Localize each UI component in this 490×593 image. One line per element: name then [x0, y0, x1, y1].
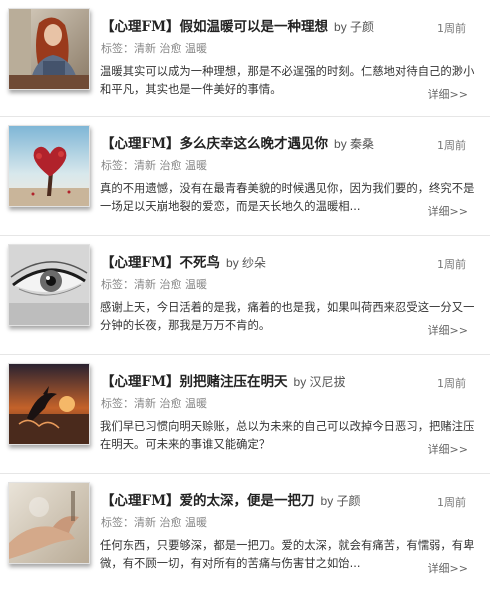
eye-image	[9, 245, 89, 325]
tag-link[interactable]: 治愈	[160, 42, 182, 55]
article-time: 1周前	[437, 377, 466, 390]
article-item: 【心理FM】多么庆幸这么晚才遇见你 by 秦桑 1周前 标签：清新 治愈 温暖 真…	[0, 117, 490, 236]
article-title-link[interactable]: 【心理FM】不死鸟	[101, 255, 220, 271]
article-tags: 标签：清新 治愈 温暖	[101, 276, 207, 292]
tag-link[interactable]: 温暖	[185, 159, 207, 172]
tag-link[interactable]: 温暖	[185, 278, 207, 291]
article-time: 1周前	[437, 22, 466, 35]
tag-link[interactable]: 清新	[134, 516, 156, 529]
article-tags: 标签：清新 治愈 温暖	[101, 514, 207, 530]
article-thumbnail[interactable]	[8, 8, 90, 90]
tag-link[interactable]: 治愈	[160, 159, 182, 172]
tag-link[interactable]: 清新	[134, 397, 156, 410]
tag-link[interactable]: 清新	[134, 278, 156, 291]
tags-label: 标签：	[101, 42, 134, 55]
article-item: 【心理FM】假如温暖可以是一种理想 by 子颜 1周前 标签：清新 治愈 温暖 温…	[0, 0, 490, 117]
article-author[interactable]: by 秦桑	[334, 137, 374, 151]
tags-label: 标签：	[101, 159, 134, 172]
article-title-row: 【心理FM】爱的太深，便是一把刀 by 子颜	[101, 489, 421, 509]
article-tags: 标签：清新 治愈 温暖	[101, 157, 207, 173]
tags-label: 标签：	[101, 397, 134, 410]
article-item: 【心理FM】不死鸟 by 纱朵 1周前 标签：清新 治愈 温暖 感谢上天，今日活着…	[0, 236, 490, 355]
article-author[interactable]: by 子颜	[334, 20, 374, 34]
tag-link[interactable]: 温暖	[185, 42, 207, 55]
article-thumbnail[interactable]	[8, 482, 90, 564]
heart-tree-image	[9, 126, 89, 206]
tag-link[interactable]: 温暖	[185, 516, 207, 529]
article-list: 【心理FM】假如温暖可以是一种理想 by 子颜 1周前 标签：清新 治愈 温暖 温…	[0, 0, 490, 593]
article-time: 1周前	[437, 496, 466, 509]
article-title-row: 【心理FM】假如温暖可以是一种理想 by 子颜	[101, 15, 421, 35]
article-tags: 标签：清新 治愈 温暖	[101, 40, 207, 56]
tag-link[interactable]: 治愈	[160, 278, 182, 291]
tag-link[interactable]: 治愈	[160, 516, 182, 529]
tags-label: 标签：	[101, 516, 134, 529]
article-time: 1周前	[437, 139, 466, 152]
article-title-row: 【心理FM】多么庆幸这么晚才遇见你 by 秦桑	[101, 132, 421, 152]
article-title-link[interactable]: 【心理FM】爱的太深，便是一把刀	[101, 493, 315, 509]
tag-link[interactable]: 清新	[134, 42, 156, 55]
article-title-row: 【心理FM】不死鸟 by 纱朵	[101, 251, 421, 271]
article-thumbnail[interactable]	[8, 244, 90, 326]
article-item: 【心理FM】爱的太深，便是一把刀 by 子颜 1周前 标签：清新 治愈 温暖 任何…	[0, 474, 490, 593]
hands-image	[9, 483, 89, 563]
tag-link[interactable]: 清新	[134, 159, 156, 172]
article-title-link[interactable]: 【心理FM】多么庆幸这么晚才遇见你	[101, 136, 328, 152]
girl-portrait-image	[9, 9, 89, 89]
article-tags: 标签：清新 治愈 温暖	[101, 395, 207, 411]
read-more-link[interactable]: 详细>>	[421, 560, 468, 576]
article-title-row: 【心理FM】别把赌注压在明天 by 汉尼拔	[101, 370, 421, 390]
tags-label: 标签：	[101, 278, 134, 291]
article-title-link[interactable]: 【心理FM】别把赌注压在明天	[101, 374, 288, 390]
tag-link[interactable]: 治愈	[160, 397, 182, 410]
article-thumbnail[interactable]	[8, 363, 90, 445]
article-author[interactable]: by 纱朵	[226, 256, 266, 270]
article-author[interactable]: by 汉尼拔	[294, 375, 346, 389]
article-time: 1周前	[437, 258, 466, 271]
article-title-link[interactable]: 【心理FM】假如温暖可以是一种理想	[101, 19, 328, 35]
article-author[interactable]: by 子颜	[321, 494, 361, 508]
tag-link[interactable]: 温暖	[185, 397, 207, 410]
article-item: 【心理FM】别把赌注压在明天 by 汉尼拔 1周前 标签：清新 治愈 温暖 我们早…	[0, 355, 490, 474]
read-more-link[interactable]: 详细>>	[421, 86, 468, 102]
dolphin-sunset-image	[9, 364, 89, 444]
read-more-link[interactable]: 详细>>	[421, 203, 468, 219]
read-more-link[interactable]: 详细>>	[421, 441, 468, 457]
read-more-link[interactable]: 详细>>	[421, 322, 468, 338]
article-thumbnail[interactable]	[8, 125, 90, 207]
